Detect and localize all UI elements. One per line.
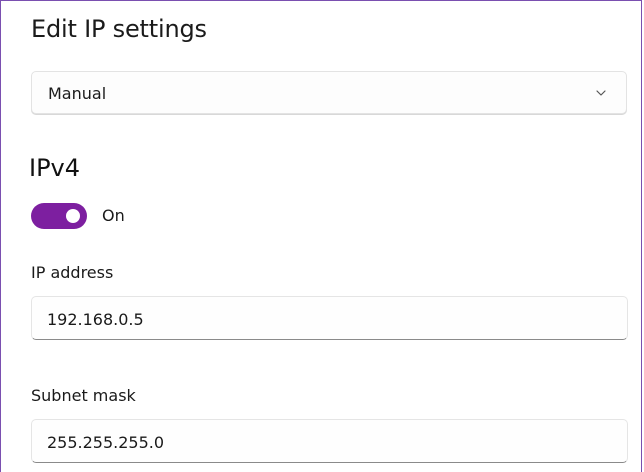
ip-address-value: 192.168.0.5 [47,310,144,329]
dialog-title: Edit IP settings [31,15,207,43]
subnet-mask-value: 255.255.255.0 [47,433,165,452]
chevron-down-icon [594,85,608,99]
ip-address-label: IP address [31,263,114,282]
ipv4-heading: IPv4 [29,154,81,182]
ip-mode-dropdown[interactable]: Manual [31,71,627,114]
ip-mode-selected-value: Manual [48,84,107,103]
ip-address-input[interactable]: 192.168.0.5 [31,296,628,340]
toggle-knob [66,209,80,223]
ipv4-toggle-state-label: On [102,206,125,225]
edit-ip-settings-dialog: Edit IP settings Manual IPv4 On IP addre… [0,0,642,472]
subnet-mask-label: Subnet mask [31,386,136,405]
ipv4-toggle[interactable] [31,203,87,229]
subnet-mask-input[interactable]: 255.255.255.0 [31,419,628,463]
